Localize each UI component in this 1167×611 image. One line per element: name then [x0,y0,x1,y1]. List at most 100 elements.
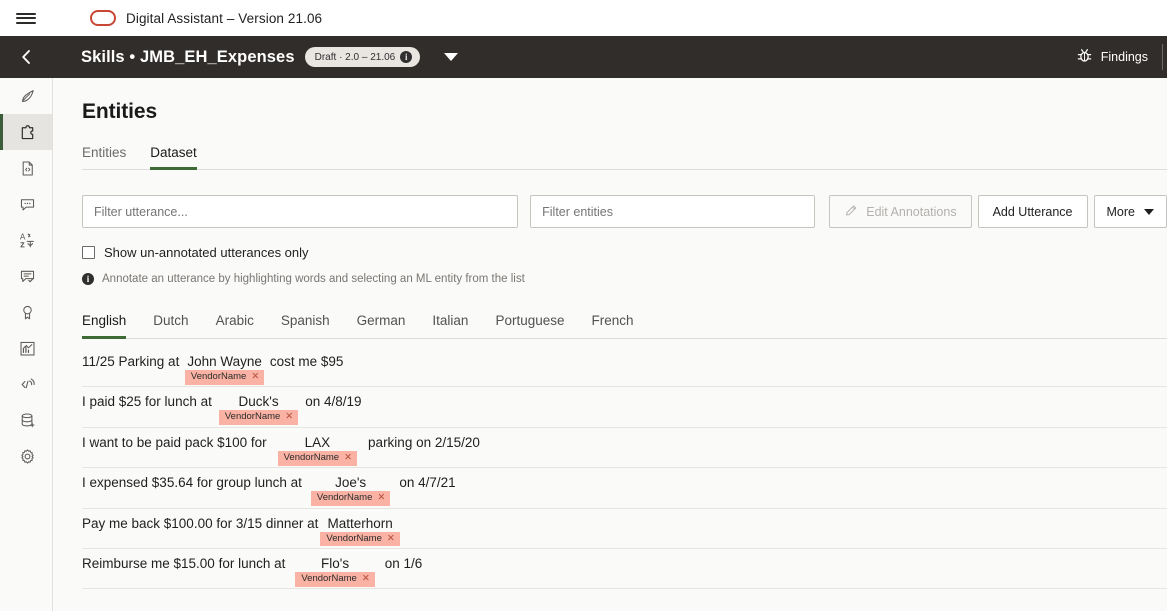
utterance-row[interactable]: I want to be paid pack $100 for LAX Vendor… [82,428,1167,469]
close-icon[interactable]: ✕ [377,492,385,504]
utterance-line: I expensed $35.64 for group lunch at Joe'… [82,475,1167,507]
entity-text[interactable]: Matterhorn [321,516,398,531]
edit-annotations-button[interactable]: Edit Annotations [829,195,972,228]
annotated-entity[interactable]: Joe's VendorName ✕ [310,475,391,507]
entity-text[interactable]: LAX [299,435,337,450]
sidebar-item-dialog[interactable] [0,186,52,222]
hint-text: Annotate an utterance by highlighting wo… [102,273,525,285]
filter-utterance-input[interactable] [82,195,519,228]
puzzle-piece-icon [18,123,37,142]
language-tab-arabic[interactable]: Arabic [216,313,254,339]
utterance-line: 11/25 Parking at John Wayne VendorName ✕ cos… [82,354,1167,385]
language-tab-dutch[interactable]: Dutch [153,313,188,339]
status-badge-label: Draft · 2.0 – 21.06 [314,51,396,63]
entity-tag-label: VendorName [326,532,382,544]
entity-tag-label: VendorName [283,451,340,463]
filter-entities-input[interactable] [530,195,816,228]
close-icon[interactable]: ✕ [285,411,293,423]
utterance-prefix: I paid $25 for lunch at [82,394,212,410]
entity-tag[interactable]: VendorName ✕ [184,370,265,385]
language-tab-german[interactable]: German [357,313,406,339]
close-icon[interactable]: ✕ [387,533,395,545]
filter-toolbar: Edit Annotations Add Utterance More [82,195,1167,228]
badge-icon [18,303,37,322]
database-add-icon [18,411,37,430]
chart-icon [18,339,37,358]
show-unannotated-checkbox[interactable] [82,246,95,259]
hamburger-icon[interactable] [0,0,52,36]
entity-text[interactable]: Flo's [315,556,355,571]
language-tab-italian[interactable]: Italian [432,313,468,339]
entity-tag[interactable]: VendorName ✕ [320,531,400,547]
sidebar-item-entities[interactable] [0,114,52,150]
utterance-prefix: 11/25 Parking at [82,354,180,369]
feather-icon [18,87,37,106]
findings-button[interactable]: Findings [1076,47,1162,67]
chat-bubble-icon [18,195,37,214]
hint-row: i Annotate an utterance by highlighting … [82,273,1167,285]
tab-entities[interactable]: Entities [82,145,126,170]
more-label: More [1106,204,1135,219]
main-content: Entities Entities Dataset Edit Annotatio… [53,78,1167,611]
language-tab-spanish[interactable]: Spanish [281,313,330,339]
entity-text[interactable]: Duck's [233,394,285,409]
annotated-entity[interactable]: Duck's VendorName ✕ [218,394,299,426]
entity-tag[interactable]: VendorName ✕ [310,491,391,507]
sidebar-item-datastore[interactable] [0,402,52,438]
utterance-suffix: on 1/6 [384,555,423,571]
annotated-entity[interactable]: Matterhorn VendorName ✕ [320,516,400,547]
entity-text[interactable]: John Wayne [181,354,268,369]
entity-tag[interactable]: VendorName ✕ [277,450,358,466]
utterance-row[interactable]: Reimburse me $15.00 for lunch at Flo's Ven… [82,549,1167,590]
header-actions: Findings [1076,36,1167,78]
header-divider [1162,44,1163,70]
show-unannotated-row: Show un-annotated utterances only [82,245,1167,260]
utterance-suffix: on 4/8/19 [305,394,362,410]
document-code-icon [18,159,37,178]
utterance-line: I want to be paid pack $100 for LAX Vendor… [82,435,1167,466]
utterance-row[interactable]: 11/25 Parking at John Wayne VendorName ✕ cos… [82,347,1167,388]
language-tab-portuguese[interactable]: Portuguese [495,313,564,339]
sidebar-item-intents[interactable] [0,78,52,114]
annotated-entity[interactable]: Flo's VendorName ✕ [295,556,375,587]
annotated-entity[interactable]: John Wayne VendorName ✕ [181,354,268,385]
sidebar-item-resource-bundles[interactable] [0,150,52,186]
svg-text:A: A [19,233,25,242]
chevron-left-icon[interactable] [0,36,52,78]
close-icon[interactable]: ✕ [362,573,370,585]
sidebar-item-translation[interactable]: A [0,222,52,258]
close-icon[interactable]: ✕ [251,371,259,383]
utterance-row[interactable]: I paid $25 for lunch at Duck's VendorName ✕… [82,387,1167,428]
close-icon[interactable]: ✕ [344,452,352,464]
sidebar-item-quality[interactable] [0,294,52,330]
entity-text[interactable]: Joe's [329,475,372,490]
sidebar-item-settings[interactable] [0,438,52,474]
sidebar-item-qna[interactable] [0,258,52,294]
language-tab-french[interactable]: French [592,313,634,339]
status-badge[interactable]: Draft · 2.0 – 21.06 i [304,47,421,67]
top-bar: Digital Assistant – Version 21.06 [0,0,1167,36]
pencil-icon [844,203,859,221]
tab-dataset[interactable]: Dataset [150,145,197,170]
utterance-row[interactable]: I expensed $35.64 for group lunch at Joe'… [82,468,1167,509]
more-button[interactable]: More [1093,195,1167,228]
utterance-suffix: parking on 2/15/20 [368,434,480,450]
bug-icon [1076,47,1093,67]
info-icon[interactable]: i [400,51,413,63]
gear-icon [18,447,37,466]
breadcrumb: Skills • JMB_EH_Expenses [81,47,295,66]
entity-tag[interactable]: VendorName ✕ [218,410,299,426]
annotated-entity[interactable]: LAX VendorName ✕ [277,435,358,466]
utterance-row[interactable]: Pay me back $100.00 for 3/15 dinner at Ma… [82,509,1167,549]
add-utterance-button[interactable]: Add Utterance [977,195,1088,228]
sidebar-item-api[interactable] [0,366,52,402]
utterance-prefix: Pay me back $100.00 for 3/15 dinner at [82,515,319,531]
translate-icon: A [18,230,38,250]
sidebar-item-insights[interactable] [0,330,52,366]
language-tab-english[interactable]: English [82,313,127,339]
utterance-list: 11/25 Parking at John Wayne VendorName ✕ cos… [82,347,1167,590]
findings-label: Findings [1100,50,1148,64]
oracle-logo [90,10,116,26]
chevron-down-icon[interactable] [444,53,459,61]
entity-tag[interactable]: VendorName ✕ [295,571,375,587]
